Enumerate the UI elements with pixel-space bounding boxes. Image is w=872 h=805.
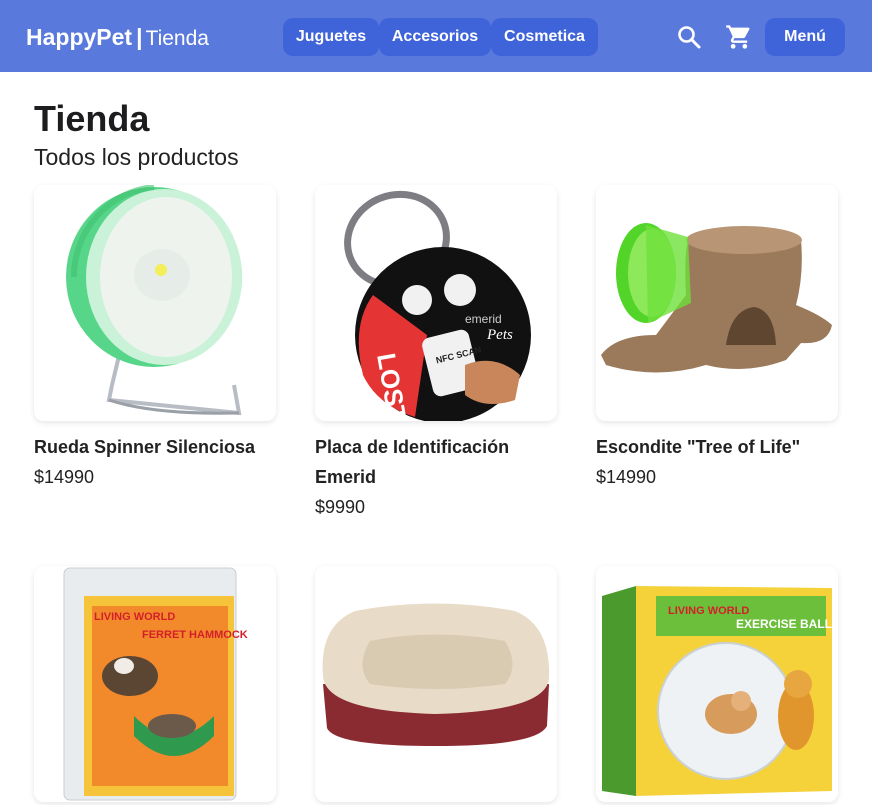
brand-separator: | <box>136 24 143 50</box>
page-title: Tienda <box>34 98 150 139</box>
hammock-title-text: FERRET HAMMOCK <box>142 629 248 641</box>
hammock-brand-text: LIVING WORLD <box>94 611 175 623</box>
page-subtitle: Todos los productos <box>34 144 239 170</box>
search-icon[interactable] <box>676 24 702 50</box>
cart-icon[interactable] <box>725 23 753 51</box>
product-card-ball[interactable]: LIVING WORLD EXERCISE BALL <box>596 566 838 802</box>
tag-brand-text: emerid <box>465 312 502 326</box>
product-price: $9990 <box>315 497 366 517</box>
product-name[interactable]: Escondite "Tree of Life" <box>596 432 841 462</box>
exercise-ball-image: LIVING WORLD EXERCISE BALL <box>596 566 838 802</box>
menu-button[interactable]: Menú <box>765 18 845 56</box>
nav-cosmetica-button[interactable]: Cosmetica <box>491 18 598 56</box>
product-card-hammock[interactable]: LIVING WORLD FERRET HAMMOCK <box>34 566 276 802</box>
brand-logo[interactable]: HappyPet | Tienda <box>26 22 209 54</box>
brand-name: HappyPet <box>26 24 133 50</box>
product-name[interactable]: Placa de Identificación Emerid <box>315 432 560 492</box>
ball-title-text: EXERCISE BALL <box>736 617 832 631</box>
wheel-image <box>34 185 276 421</box>
product-card-tag[interactable]: LOST NFC SCAN emerid Pets <box>315 185 557 421</box>
tree-hideout-image <box>596 185 838 421</box>
product-card-wheel[interactable] <box>34 185 276 421</box>
product-card-tree[interactable] <box>596 185 838 421</box>
id-tag-image: LOST NFC SCAN emerid Pets <box>315 185 557 421</box>
nav-juguetes-button[interactable]: Juguetes <box>283 18 379 56</box>
product-name[interactable]: Rueda Spinner Silenciosa <box>34 432 279 462</box>
pet-bed-image <box>315 566 557 802</box>
nav-accesorios-button[interactable]: Accesorios <box>379 18 491 56</box>
ball-brand-text: LIVING WORLD <box>668 605 749 617</box>
product-card-bed[interactable] <box>315 566 557 802</box>
product-price: $14990 <box>34 467 95 487</box>
top-navbar: HappyPet | Tienda Juguetes Accesorios Cosm… <box>0 0 872 72</box>
tag-pets-text: Pets <box>486 327 513 343</box>
product-price: $14990 <box>596 467 657 487</box>
hammock-image: LIVING WORLD FERRET HAMMOCK <box>34 566 276 802</box>
brand-section: Tienda <box>145 27 209 50</box>
